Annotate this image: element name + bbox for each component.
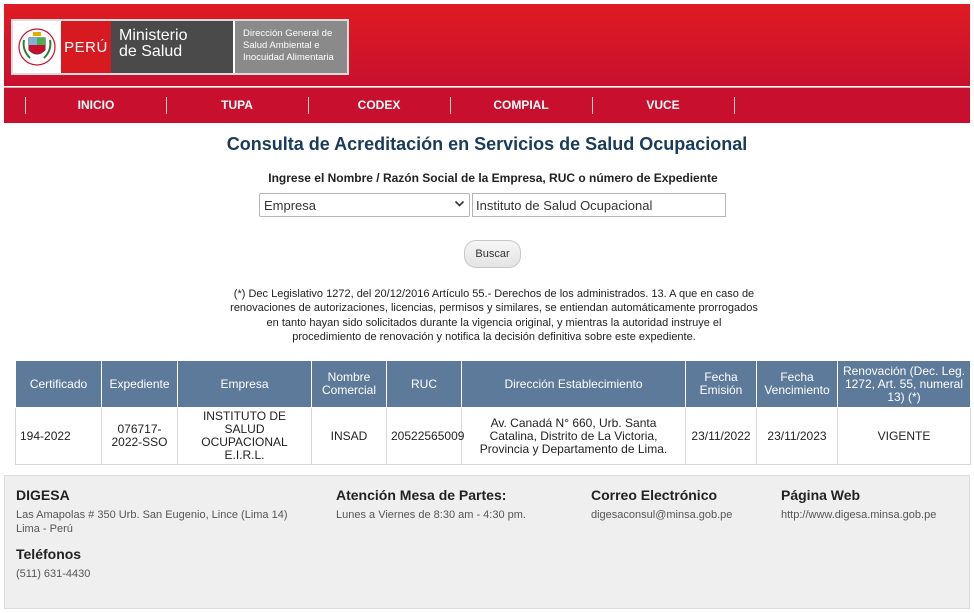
search-type-value: Empresa — [264, 198, 317, 213]
site-footer: DIGESA Las Amapolas # 350 Urb. San Eugen… — [4, 475, 970, 609]
ministry-name-line-2: de Salud — [119, 43, 183, 60]
cell-direccion: Av. Canadá N° 660, Urb. Santa Catalina, … — [461, 407, 686, 465]
legal-note-line: (*) Dec Legislativo 1272, del 20/12/2016… — [233, 288, 755, 300]
agency-name-line-3: Inocuidad Alimentaria — [243, 52, 334, 63]
footer-attention-title: Atención Mesa de Partes: — [336, 487, 507, 503]
footer-email-link[interactable]: digesaconsul@minsa.gob.pe — [591, 508, 732, 522]
legal-note-line: en tanto hayan sido solicitados durante … — [266, 316, 722, 329]
nav-separator — [734, 97, 735, 114]
cell-expediente: 076717-2022-SSO — [101, 407, 178, 465]
footer-email: Correo Electrónico digesaconsul@minsa.go… — [591, 487, 732, 522]
footer-attention: Atención Mesa de Partes: Lunes a Viernes… — [336, 487, 526, 522]
column-header-expediente: Expediente — [101, 360, 178, 408]
table-row: 194-2022 076717-2022-SSO INSTITUTO DE SA… — [15, 407, 971, 465]
chevron-down-icon — [454, 198, 465, 212]
footer-digesa-title: DIGESA — [16, 487, 70, 503]
cell-fecha-vencimiento: 23/11/2023 — [756, 407, 838, 465]
footer-address-line-1: Las Amapolas # 350 Urb. San Eugenio, Lin… — [16, 509, 288, 521]
agency-name-line-1: Dirección General de — [243, 28, 333, 39]
ministry-name-line-1: Ministerio — [119, 27, 188, 44]
cell-ruc: 20522565009 — [386, 407, 464, 465]
search-instructions: Ingrese el Nombre / Razón Social de la E… — [268, 171, 718, 185]
footer-attention-hours: Lunes a Viernes de 8:30 am - 4:30 pm. — [336, 509, 526, 521]
column-header-ruc: RUC — [386, 360, 462, 408]
footer-address-line-2: Lima - Perú — [16, 523, 73, 535]
footer-contact: DIGESA Las Amapolas # 350 Urb. San Eugen… — [16, 487, 288, 581]
cell-empresa: INSTITUTO DE SALUD OCUPACIONAL E.I.R.L. — [177, 407, 312, 465]
table-header-row: Certificado Expediente Empresa Nombre Co… — [15, 360, 971, 408]
coat-of-arms-icon — [13, 21, 61, 73]
cell-fecha-emision: 23/11/2022 — [685, 407, 757, 465]
search-type-select[interactable]: Empresa — [259, 193, 470, 217]
cell-nombre-comercial: INSAD — [311, 407, 387, 465]
agency-name: Dirección General de Salud Ambiental e I… — [235, 21, 347, 73]
results-table: Certificado Expediente Empresa Nombre Co… — [15, 360, 971, 465]
footer-web: Página Web http://www.digesa.minsa.gob.p… — [781, 487, 936, 522]
search-input[interactable]: Instituto de Salud Ocupacional — [472, 193, 726, 217]
column-header-direccion: Dirección Establecimiento — [461, 360, 686, 408]
nav-item-compial[interactable]: COMPIAL — [451, 97, 591, 114]
peru-label: PERÚ — [61, 21, 111, 73]
main-nav: INICIO TUPA CODEX COMPIAL VUCE — [4, 87, 970, 123]
legal-note-line: renovaciones de autorizaciones, licencia… — [230, 302, 758, 315]
footer-phone: (511) 631-4430 — [16, 568, 91, 580]
column-header-certificado: Certificado — [15, 360, 102, 408]
footer-phones-title: Teléfonos — [16, 546, 82, 562]
site-header: PERÚ Ministerio de Salud Dirección Gener… — [4, 4, 970, 86]
column-header-fecha-vencimiento: Fecha Vencimiento — [756, 360, 838, 408]
ministry-logo[interactable]: PERÚ Ministerio de Salud Dirección Gener… — [11, 19, 349, 75]
footer-web-title: Página Web — [781, 487, 861, 503]
legal-note-line: procedimiento de renovación y notifica l… — [292, 330, 696, 343]
legal-note: (*) Dec Legislativo 1272, del 20/12/2016… — [196, 287, 792, 344]
cell-certificado: 194-2022 — [15, 407, 102, 465]
column-header-renovacion: Renovación (Dec. Leg. 1272, Art. 55, num… — [837, 360, 971, 408]
nav-item-vuce[interactable]: VUCE — [593, 97, 733, 114]
page-title: Consulta de Acreditación en Servicios de… — [226, 134, 748, 154]
footer-web-link[interactable]: http://www.digesa.minsa.gob.pe — [781, 508, 936, 522]
nav-item-tupa[interactable]: TUPA — [167, 97, 307, 114]
nav-item-codex[interactable]: CODEX — [309, 97, 449, 114]
nav-item-inicio[interactable]: INICIO — [26, 97, 166, 114]
ministry-name: Ministerio de Salud — [111, 21, 233, 73]
agency-name-line-2: Salud Ambiental e — [243, 40, 320, 51]
search-button[interactable]: Buscar — [464, 240, 521, 268]
column-header-fecha-emision: Fecha Emisión — [685, 360, 757, 408]
column-header-nombre-comercial: Nombre Comercial — [311, 360, 387, 408]
footer-email-title: Correo Electrónico — [591, 487, 718, 503]
cell-renovacion: VIGENTE — [837, 407, 971, 465]
column-header-empresa: Empresa — [177, 360, 312, 408]
